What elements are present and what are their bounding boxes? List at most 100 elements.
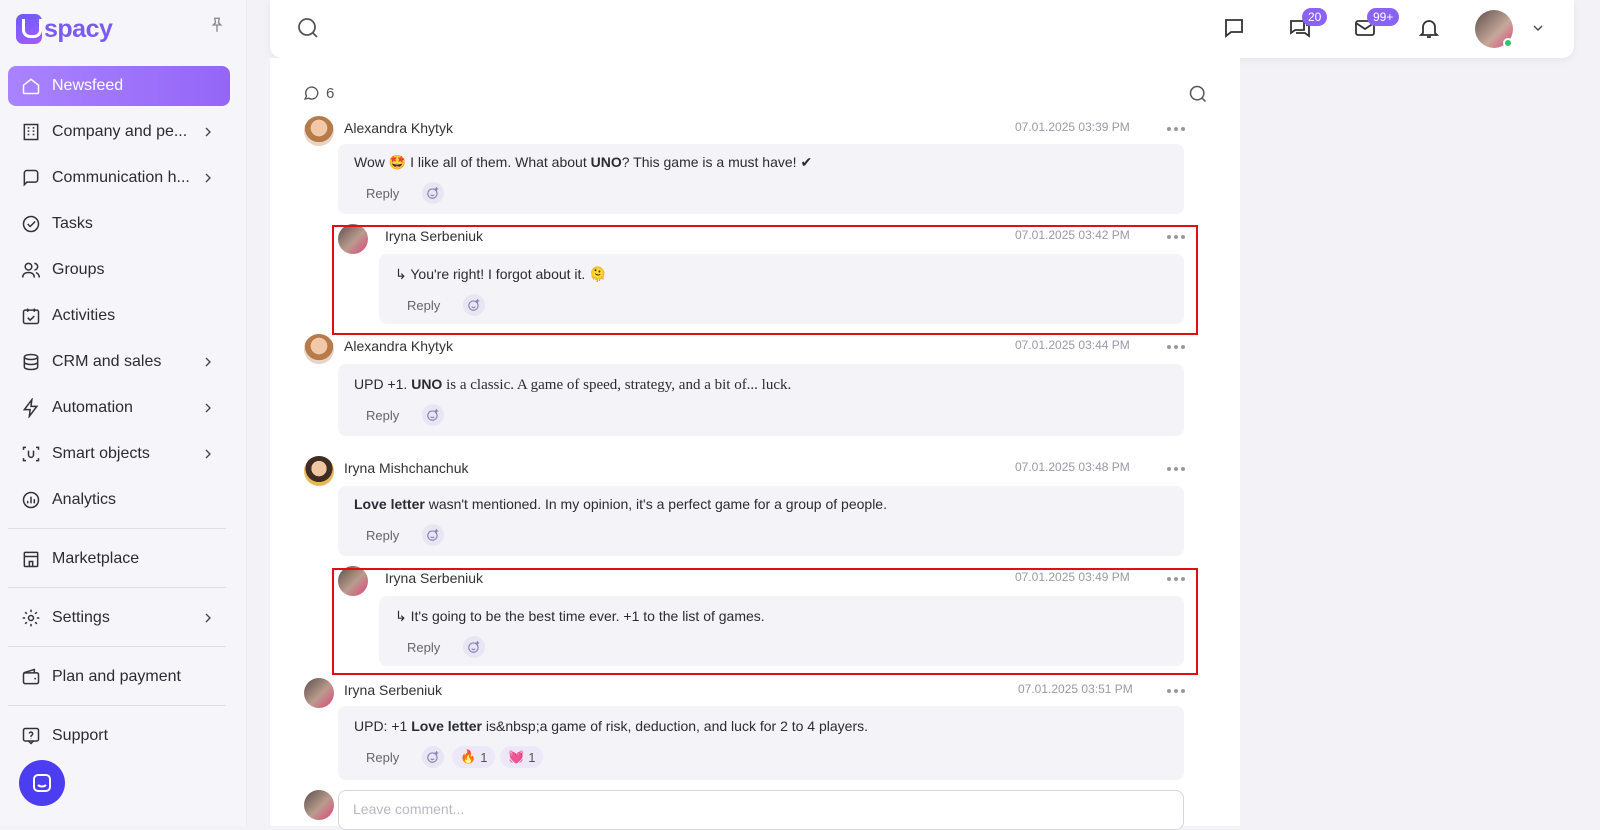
sidebar-item-label: Groups [52, 261, 105, 278]
comment-bubble: UPD: +1 Love letter is&nbsp;a game of ri… [338, 706, 1184, 780]
comment-text: Love letter wasn't mentioned. In my opin… [354, 496, 887, 512]
support-chat-button[interactable] [19, 760, 65, 806]
sidebar-item-newsfeed[interactable]: Newsfeed [8, 66, 230, 106]
comment-time: 07.01.2025 03:48 PM [1015, 460, 1130, 474]
mail-badge: 99+ [1367, 8, 1400, 26]
sidebar-item-smart-objects[interactable]: Smart objects [8, 434, 230, 474]
calendar-check-icon [20, 305, 42, 327]
database-icon [20, 351, 42, 373]
comment-icon [303, 86, 319, 100]
help-icon [20, 725, 42, 747]
search-icon[interactable] [296, 16, 320, 40]
reaction-emoji: 🔥 [460, 749, 477, 764]
sidebar-item-activities[interactable]: Activities [8, 296, 230, 336]
comment-author[interactable]: Iryna Serbeniuk [344, 682, 442, 698]
pin-icon[interactable] [208, 16, 226, 34]
sidebar-item-groups[interactable]: Groups [8, 250, 230, 290]
top-header: 20 99+ [270, 0, 1574, 58]
sidebar-item-label: Settings [52, 609, 110, 626]
comment-author[interactable]: Iryna Mishchanchuk [344, 460, 469, 476]
sidebar-item-label: Marketplace [52, 550, 140, 567]
add-reaction-button[interactable] [463, 636, 485, 658]
reaction-emoji: 💓 [508, 749, 525, 764]
chat-bubble-icon [33, 774, 51, 792]
avatar[interactable] [304, 456, 334, 486]
comment-time: 07.01.2025 03:39 PM [1015, 120, 1130, 134]
reaction-heart[interactable]: 💓 1 [500, 746, 544, 768]
sidebar-item-label: Analytics [52, 491, 117, 508]
add-reaction-button[interactable] [422, 746, 444, 768]
add-reaction-button[interactable] [463, 294, 485, 316]
reply-button[interactable]: Reply [407, 640, 440, 655]
smile-plus-icon [427, 409, 439, 421]
sidebar-item-plan[interactable]: Plan and payment [8, 657, 230, 697]
reply-button[interactable]: Reply [366, 408, 399, 423]
comment-bubble: UPD +1. UNO is a classic. A game of spee… [338, 364, 1184, 436]
sidebar-item-company[interactable]: Company and pe... [8, 112, 230, 152]
sidebar-item-tasks[interactable]: Tasks [8, 204, 230, 244]
search-comments-icon[interactable] [1188, 84, 1208, 104]
comment-author[interactable]: Alexandra Khytyk [344, 120, 453, 136]
comment-text: ↳ It's going to be the best time ever. +… [395, 608, 765, 624]
sidebar-divider [8, 528, 226, 529]
avatar[interactable] [304, 334, 334, 364]
comment-time: 07.01.2025 03:51 PM [1018, 682, 1133, 696]
sidebar-item-analytics[interactable]: Analytics [8, 480, 230, 520]
bell-icon [1418, 20, 1440, 38]
reply-button[interactable]: Reply [366, 750, 399, 765]
avatar[interactable] [338, 566, 368, 596]
reply-button[interactable]: Reply [366, 186, 399, 201]
chevron-right-icon [205, 357, 211, 367]
chevron-right-icon [205, 127, 211, 137]
comments-count-value: 6 [326, 84, 335, 102]
sidebar-item-communication[interactable]: Communication h... [8, 158, 230, 198]
notifications-button[interactable] [1417, 16, 1441, 40]
sidebar-item-label: Tasks [52, 215, 93, 232]
avatar[interactable] [338, 224, 368, 254]
users-icon [20, 259, 42, 281]
sidebar-item-label: Support [52, 727, 109, 744]
mail-button[interactable]: 99+ [1353, 8, 1400, 40]
more-options-icon[interactable] [1166, 126, 1186, 132]
avatar[interactable] [304, 116, 334, 146]
check-circle-icon [20, 213, 42, 235]
sidebar-item-label: Plan and payment [52, 668, 181, 685]
comment-time: 07.01.2025 03:44 PM [1015, 338, 1130, 352]
sidebar-divider [8, 705, 226, 706]
chevron-down-icon[interactable] [1530, 20, 1546, 36]
comment-author[interactable]: Iryna Serbeniuk [385, 570, 483, 586]
more-options-icon[interactable] [1166, 466, 1186, 472]
comment-author[interactable]: Iryna Serbeniuk [385, 228, 483, 244]
logo-mark-icon [16, 14, 42, 44]
wallet-icon [20, 666, 42, 688]
add-reaction-button[interactable] [422, 182, 444, 204]
reply-button[interactable]: Reply [407, 298, 440, 313]
sidebar-item-crm[interactable]: CRM and sales [8, 342, 230, 382]
sidebar-item-support[interactable]: Support [8, 716, 230, 756]
more-options-icon[interactable] [1166, 688, 1186, 694]
comment-text: Wow 🤩 I like all of them. What about UNO… [354, 154, 813, 170]
gear-icon [20, 607, 42, 629]
sidebar-item-settings[interactable]: Settings [8, 598, 230, 638]
bar-chart-icon [20, 489, 42, 511]
more-options-icon[interactable] [1166, 234, 1186, 240]
more-options-icon[interactable] [1166, 576, 1186, 582]
add-reaction-button[interactable] [422, 524, 444, 546]
reaction-fire[interactable]: 🔥 1 [452, 746, 496, 768]
comment-author[interactable]: Alexandra Khytyk [344, 338, 453, 354]
chats-button[interactable]: 20 [1288, 8, 1328, 40]
logo[interactable]: spacy [16, 12, 113, 46]
more-options-icon[interactable] [1166, 344, 1186, 350]
logo-text: spacy [44, 14, 113, 43]
reply-button[interactable]: Reply [366, 528, 399, 543]
comment-bubble: ↳ It's going to be the best time ever. +… [379, 596, 1184, 666]
sidebar-item-automation[interactable]: Automation [8, 388, 230, 428]
comments-panel: 6 Alexandra Khytyk 07.01.2025 03:39 PM W… [270, 58, 1240, 830]
avatar[interactable] [304, 678, 334, 708]
messages-button[interactable] [1222, 16, 1246, 40]
sidebar-item-marketplace[interactable]: Marketplace [8, 539, 230, 579]
add-reaction-button[interactable] [422, 404, 444, 426]
smile-plus-icon [427, 187, 439, 199]
smile-plus-icon [468, 641, 480, 653]
leave-comment-input[interactable]: Leave comment... [338, 790, 1184, 830]
